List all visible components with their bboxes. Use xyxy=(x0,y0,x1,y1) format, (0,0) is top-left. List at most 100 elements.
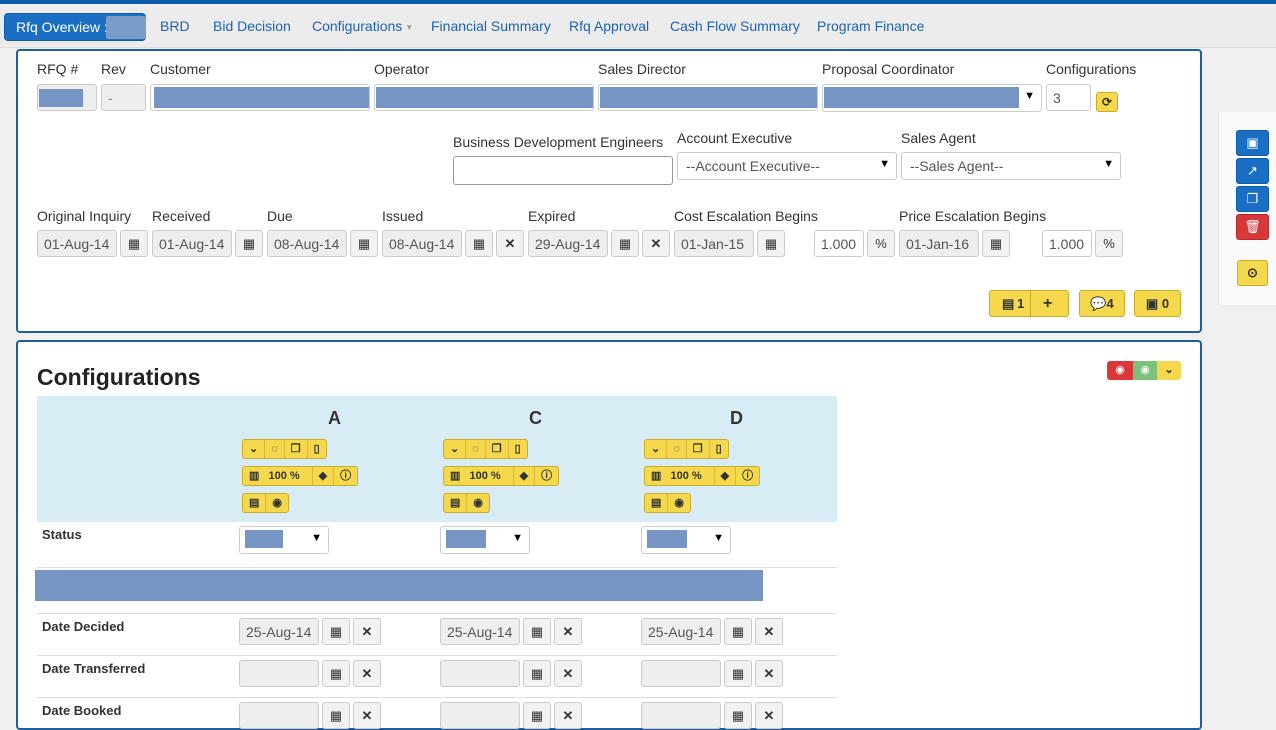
save-button[interactable]: ▣ xyxy=(1236,130,1269,156)
bde-field[interactable] xyxy=(453,156,673,185)
trash-icon[interactable]: ▯ xyxy=(710,440,728,458)
operator-field[interactable] xyxy=(374,84,594,111)
configurations-count-field[interactable]: 3 xyxy=(1046,84,1091,111)
clear-button[interactable]: ✕ xyxy=(554,618,582,645)
show-all-button[interactable]: ◉ xyxy=(1133,361,1157,380)
rev-field[interactable]: - xyxy=(101,84,146,111)
tab-rfq-approval[interactable]: Rfq Approval xyxy=(569,18,649,34)
rfq-number-field[interactable] xyxy=(37,84,97,111)
account-executive-select[interactable]: --Account Executive-- ▼ xyxy=(677,152,897,180)
calendar-button[interactable]: ▦ xyxy=(322,618,350,645)
date-transferred-field[interactable] xyxy=(239,660,319,687)
expired-date-field[interactable]: 29-Aug-14 xyxy=(528,230,608,257)
expired-calendar-button[interactable]: ▦ xyxy=(611,230,639,257)
copy-icon[interactable]: ❐ xyxy=(486,440,509,458)
date-booked-field[interactable] xyxy=(440,702,520,729)
copy-icon[interactable]: ❐ xyxy=(285,440,308,458)
price-escalation-date-field[interactable]: 01-Jan-16 xyxy=(899,230,979,257)
original-inquiry-calendar-button[interactable]: ▦ xyxy=(120,230,148,257)
clear-button[interactable]: ✕ xyxy=(755,618,783,645)
trash-icon[interactable]: ▯ xyxy=(509,440,527,458)
issued-calendar-button[interactable]: ▦ xyxy=(465,230,493,257)
info-icon[interactable]: ⓘ xyxy=(334,467,357,485)
document-icon[interactable]: ▤ xyxy=(645,494,669,512)
info-icon[interactable]: ⓘ xyxy=(736,467,759,485)
price-escalation-calendar-button[interactable]: ▦ xyxy=(982,230,1010,257)
download-button[interactable]: ⊙ xyxy=(1237,260,1268,286)
tab-financial-summary[interactable]: Financial Summary xyxy=(431,18,551,34)
eye-slash-icon[interactable]: ◉ xyxy=(266,494,288,512)
expand-button[interactable]: ⌄ xyxy=(1157,361,1181,380)
chevron-down-icon[interactable]: ⌄ xyxy=(444,440,467,458)
date-decided-field[interactable]: 25-Aug-14 xyxy=(239,618,319,645)
chevron-down-icon[interactable]: ⌄ xyxy=(645,440,668,458)
date-decided-field[interactable]: 25-Aug-14 xyxy=(440,618,520,645)
calendar-button[interactable]: ▦ xyxy=(322,702,350,729)
tab-brd[interactable]: BRD xyxy=(160,18,190,34)
issued-clear-button[interactable]: ✕ xyxy=(496,230,524,257)
status-select[interactable]: ▼ xyxy=(239,526,329,554)
calendar-button[interactable]: ▦ xyxy=(724,618,752,645)
eye-slash-icon[interactable]: ◉ xyxy=(467,494,489,512)
customer-field[interactable] xyxy=(150,84,370,111)
tags-icon[interactable]: ◆ xyxy=(313,467,335,485)
clear-button[interactable]: ✕ xyxy=(755,660,783,687)
date-booked-field[interactable] xyxy=(239,702,319,729)
clear-button[interactable]: ✕ xyxy=(554,660,582,687)
sales-agent-select[interactable]: --Sales Agent-- ▼ xyxy=(901,152,1121,180)
date-transferred-field[interactable] xyxy=(440,660,520,687)
calendar-button[interactable]: ▦ xyxy=(724,702,752,729)
document-icon[interactable]: ▤ xyxy=(444,494,468,512)
date-booked-field[interactable] xyxy=(641,702,721,729)
config-percent-button[interactable]: ▥ 100 % xyxy=(243,467,313,485)
calendar-button[interactable]: ▦ xyxy=(523,660,551,687)
document-icon[interactable]: ▤ xyxy=(243,494,267,512)
config-percent-button[interactable]: ▥ 100 % xyxy=(444,467,514,485)
price-escalation-rate-field[interactable]: 1.000 xyxy=(1042,230,1092,257)
trash-icon[interactable]: ▯ xyxy=(308,440,326,458)
refresh-button[interactable]: ⟳ xyxy=(1096,92,1118,112)
status-select[interactable]: ▼ xyxy=(440,526,530,554)
share-button[interactable]: ↗ xyxy=(1236,158,1269,184)
due-date-field[interactable]: 08-Aug-14 xyxy=(267,230,347,257)
documents-button-group[interactable]: ▤ 1 + xyxy=(989,290,1069,317)
copy-button[interactable]: ❐ xyxy=(1236,186,1269,212)
issued-date-field[interactable]: 08-Aug-14 xyxy=(382,230,462,257)
tab-configurations[interactable]: Configurations ▼ xyxy=(312,18,413,34)
date-transferred-field[interactable] xyxy=(641,660,721,687)
sales-director-field[interactable] xyxy=(598,84,818,111)
calendar-button[interactable]: ▦ xyxy=(523,702,551,729)
tab-rfq-overview[interactable]: Rfq Overview : xyxy=(4,13,146,41)
calendar-button[interactable]: ▦ xyxy=(523,618,551,645)
delete-button[interactable]: 🗑 xyxy=(1236,214,1269,240)
money-button[interactable]: ▣ 0 xyxy=(1134,290,1181,317)
proposal-coordinator-select[interactable]: ▼ xyxy=(822,84,1042,112)
due-calendar-button[interactable]: ▦ xyxy=(350,230,378,257)
comment-icon[interactable]: ◌ xyxy=(466,440,486,458)
eye-slash-icon[interactable]: ◉ xyxy=(668,494,690,512)
received-date-field[interactable]: 01-Aug-14 xyxy=(152,230,232,257)
clear-button[interactable]: ✕ xyxy=(353,702,381,729)
date-decided-field[interactable]: 25-Aug-14 xyxy=(641,618,721,645)
chevron-down-icon[interactable]: ⌄ xyxy=(243,440,266,458)
tab-bid-decision[interactable]: Bid Decision xyxy=(213,18,291,34)
comment-icon[interactable]: ◌ xyxy=(667,440,687,458)
clear-button[interactable]: ✕ xyxy=(755,702,783,729)
tab-program-finance[interactable]: Program Finance xyxy=(817,18,924,34)
calendar-button[interactable]: ▦ xyxy=(724,660,752,687)
tags-icon[interactable]: ◆ xyxy=(715,467,737,485)
cost-escalation-calendar-button[interactable]: ▦ xyxy=(757,230,785,257)
original-inquiry-date-field[interactable]: 01-Aug-14 xyxy=(37,230,117,257)
clear-button[interactable]: ✕ xyxy=(353,618,381,645)
cost-escalation-rate-field[interactable]: 1.000 xyxy=(814,230,864,257)
plus-icon[interactable]: + xyxy=(1043,291,1052,316)
cost-escalation-date-field[interactable]: 01-Jan-15 xyxy=(674,230,754,257)
expired-clear-button[interactable]: ✕ xyxy=(642,230,670,257)
comment-icon[interactable]: ◌ xyxy=(265,440,285,458)
received-calendar-button[interactable]: ▦ xyxy=(235,230,263,257)
copy-icon[interactable]: ❐ xyxy=(687,440,710,458)
config-percent-button[interactable]: ▥ 100 % xyxy=(645,467,715,485)
status-select[interactable]: ▼ xyxy=(641,526,731,554)
hide-all-button[interactable]: ◉ xyxy=(1107,361,1133,380)
info-icon[interactable]: ⓘ xyxy=(535,467,558,485)
